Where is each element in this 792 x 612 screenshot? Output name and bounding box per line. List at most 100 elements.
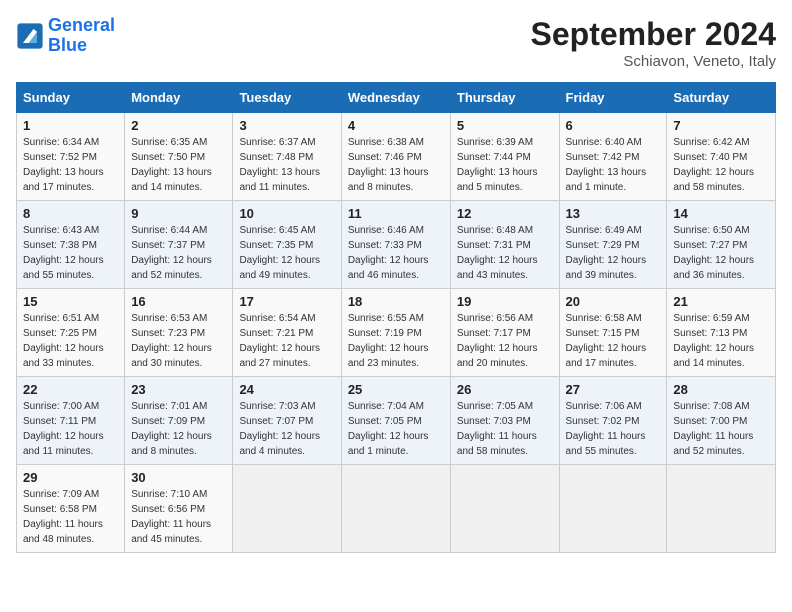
table-row [667, 465, 776, 553]
table-row: 7 Sunrise: 6:42 AMSunset: 7:40 PMDayligh… [667, 113, 776, 201]
day-number: 21 [673, 294, 769, 309]
day-info: Sunrise: 6:43 AMSunset: 7:38 PMDaylight:… [23, 225, 104, 281]
table-row: 16 Sunrise: 6:53 AMSunset: 7:23 PMDaylig… [125, 289, 233, 377]
logo: General Blue [16, 16, 115, 56]
table-row [233, 465, 341, 553]
table-row: 4 Sunrise: 6:38 AMSunset: 7:46 PMDayligh… [341, 113, 450, 201]
table-row: 29 Sunrise: 7:09 AMSunset: 6:58 PMDaylig… [17, 465, 125, 553]
logo-text: General Blue [48, 16, 115, 56]
day-info: Sunrise: 7:03 AMSunset: 7:07 PMDaylight:… [239, 401, 320, 457]
day-info: Sunrise: 7:10 AMSunset: 6:56 PMDaylight:… [131, 489, 211, 545]
day-number: 13 [566, 206, 661, 221]
day-number: 27 [566, 382, 661, 397]
day-info: Sunrise: 6:40 AMSunset: 7:42 PMDaylight:… [566, 137, 647, 193]
calendar-header-row: Sunday Monday Tuesday Wednesday Thursday… [17, 83, 776, 113]
day-info: Sunrise: 7:08 AMSunset: 7:00 PMDaylight:… [673, 401, 753, 457]
table-row: 13 Sunrise: 6:49 AMSunset: 7:29 PMDaylig… [559, 201, 667, 289]
table-row: 9 Sunrise: 6:44 AMSunset: 7:37 PMDayligh… [125, 201, 233, 289]
col-saturday: Saturday [667, 83, 776, 113]
day-number: 12 [457, 206, 553, 221]
table-row: 23 Sunrise: 7:01 AMSunset: 7:09 PMDaylig… [125, 377, 233, 465]
table-row: 24 Sunrise: 7:03 AMSunset: 7:07 PMDaylig… [233, 377, 341, 465]
day-number: 3 [239, 118, 334, 133]
table-row [559, 465, 667, 553]
day-number: 4 [348, 118, 444, 133]
col-wednesday: Wednesday [341, 83, 450, 113]
day-number: 11 [348, 206, 444, 221]
day-number: 18 [348, 294, 444, 309]
table-row: 30 Sunrise: 7:10 AMSunset: 6:56 PMDaylig… [125, 465, 233, 553]
table-row: 20 Sunrise: 6:58 AMSunset: 7:15 PMDaylig… [559, 289, 667, 377]
table-row: 21 Sunrise: 6:59 AMSunset: 7:13 PMDaylig… [667, 289, 776, 377]
day-number: 20 [566, 294, 661, 309]
day-number: 16 [131, 294, 226, 309]
table-row: 26 Sunrise: 7:05 AMSunset: 7:03 PMDaylig… [450, 377, 559, 465]
table-row: 12 Sunrise: 6:48 AMSunset: 7:31 PMDaylig… [450, 201, 559, 289]
page-header: General Blue September 2024 Schiavon, Ve… [16, 16, 776, 70]
col-tuesday: Tuesday [233, 83, 341, 113]
col-thursday: Thursday [450, 83, 559, 113]
table-row: 19 Sunrise: 6:56 AMSunset: 7:17 PMDaylig… [450, 289, 559, 377]
table-row: 2 Sunrise: 6:35 AMSunset: 7:50 PMDayligh… [125, 113, 233, 201]
day-info: Sunrise: 6:59 AMSunset: 7:13 PMDaylight:… [673, 313, 754, 369]
table-row: 15 Sunrise: 6:51 AMSunset: 7:25 PMDaylig… [17, 289, 125, 377]
day-info: Sunrise: 6:56 AMSunset: 7:17 PMDaylight:… [457, 313, 538, 369]
table-row: 10 Sunrise: 6:45 AMSunset: 7:35 PMDaylig… [233, 201, 341, 289]
day-number: 25 [348, 382, 444, 397]
table-row: 8 Sunrise: 6:43 AMSunset: 7:38 PMDayligh… [17, 201, 125, 289]
calendar-week-row: 15 Sunrise: 6:51 AMSunset: 7:25 PMDaylig… [17, 289, 776, 377]
month-title: September 2024 [531, 16, 776, 53]
day-number: 8 [23, 206, 118, 221]
col-sunday: Sunday [17, 83, 125, 113]
day-info: Sunrise: 6:51 AMSunset: 7:25 PMDaylight:… [23, 313, 104, 369]
day-info: Sunrise: 6:44 AMSunset: 7:37 PMDaylight:… [131, 225, 212, 281]
day-info: Sunrise: 6:48 AMSunset: 7:31 PMDaylight:… [457, 225, 538, 281]
day-info: Sunrise: 7:09 AMSunset: 6:58 PMDaylight:… [23, 489, 103, 545]
day-info: Sunrise: 6:34 AMSunset: 7:52 PMDaylight:… [23, 137, 104, 193]
day-number: 17 [239, 294, 334, 309]
table-row: 17 Sunrise: 6:54 AMSunset: 7:21 PMDaylig… [233, 289, 341, 377]
table-row: 25 Sunrise: 7:04 AMSunset: 7:05 PMDaylig… [341, 377, 450, 465]
calendar-week-row: 22 Sunrise: 7:00 AMSunset: 7:11 PMDaylig… [17, 377, 776, 465]
table-row: 3 Sunrise: 6:37 AMSunset: 7:48 PMDayligh… [233, 113, 341, 201]
logo-icon [16, 22, 44, 50]
table-row [341, 465, 450, 553]
day-number: 10 [239, 206, 334, 221]
col-friday: Friday [559, 83, 667, 113]
day-number: 15 [23, 294, 118, 309]
day-info: Sunrise: 6:53 AMSunset: 7:23 PMDaylight:… [131, 313, 212, 369]
day-info: Sunrise: 6:58 AMSunset: 7:15 PMDaylight:… [566, 313, 647, 369]
table-row: 22 Sunrise: 7:00 AMSunset: 7:11 PMDaylig… [17, 377, 125, 465]
table-row: 27 Sunrise: 7:06 AMSunset: 7:02 PMDaylig… [559, 377, 667, 465]
day-number: 30 [131, 470, 226, 485]
day-number: 22 [23, 382, 118, 397]
day-number: 1 [23, 118, 118, 133]
day-info: Sunrise: 7:04 AMSunset: 7:05 PMDaylight:… [348, 401, 429, 457]
day-info: Sunrise: 6:55 AMSunset: 7:19 PMDaylight:… [348, 313, 429, 369]
day-info: Sunrise: 6:50 AMSunset: 7:27 PMDaylight:… [673, 225, 754, 281]
calendar-table: Sunday Monday Tuesday Wednesday Thursday… [16, 82, 776, 553]
day-info: Sunrise: 6:45 AMSunset: 7:35 PMDaylight:… [239, 225, 320, 281]
day-info: Sunrise: 6:49 AMSunset: 7:29 PMDaylight:… [566, 225, 647, 281]
day-number: 28 [673, 382, 769, 397]
day-number: 29 [23, 470, 118, 485]
day-number: 26 [457, 382, 553, 397]
table-row: 18 Sunrise: 6:55 AMSunset: 7:19 PMDaylig… [341, 289, 450, 377]
day-info: Sunrise: 7:00 AMSunset: 7:11 PMDaylight:… [23, 401, 104, 457]
title-block: September 2024 Schiavon, Veneto, Italy [531, 16, 776, 70]
calendar-week-row: 1 Sunrise: 6:34 AMSunset: 7:52 PMDayligh… [17, 113, 776, 201]
table-row: 5 Sunrise: 6:39 AMSunset: 7:44 PMDayligh… [450, 113, 559, 201]
day-number: 5 [457, 118, 553, 133]
day-info: Sunrise: 6:38 AMSunset: 7:46 PMDaylight:… [348, 137, 429, 193]
day-info: Sunrise: 6:46 AMSunset: 7:33 PMDaylight:… [348, 225, 429, 281]
table-row: 11 Sunrise: 6:46 AMSunset: 7:33 PMDaylig… [341, 201, 450, 289]
day-info: Sunrise: 7:01 AMSunset: 7:09 PMDaylight:… [131, 401, 212, 457]
day-info: Sunrise: 6:37 AMSunset: 7:48 PMDaylight:… [239, 137, 320, 193]
col-monday: Monday [125, 83, 233, 113]
day-number: 7 [673, 118, 769, 133]
table-row: 1 Sunrise: 6:34 AMSunset: 7:52 PMDayligh… [17, 113, 125, 201]
location-title: Schiavon, Veneto, Italy [531, 53, 776, 70]
day-number: 6 [566, 118, 661, 133]
table-row: 28 Sunrise: 7:08 AMSunset: 7:00 PMDaylig… [667, 377, 776, 465]
day-info: Sunrise: 6:35 AMSunset: 7:50 PMDaylight:… [131, 137, 212, 193]
